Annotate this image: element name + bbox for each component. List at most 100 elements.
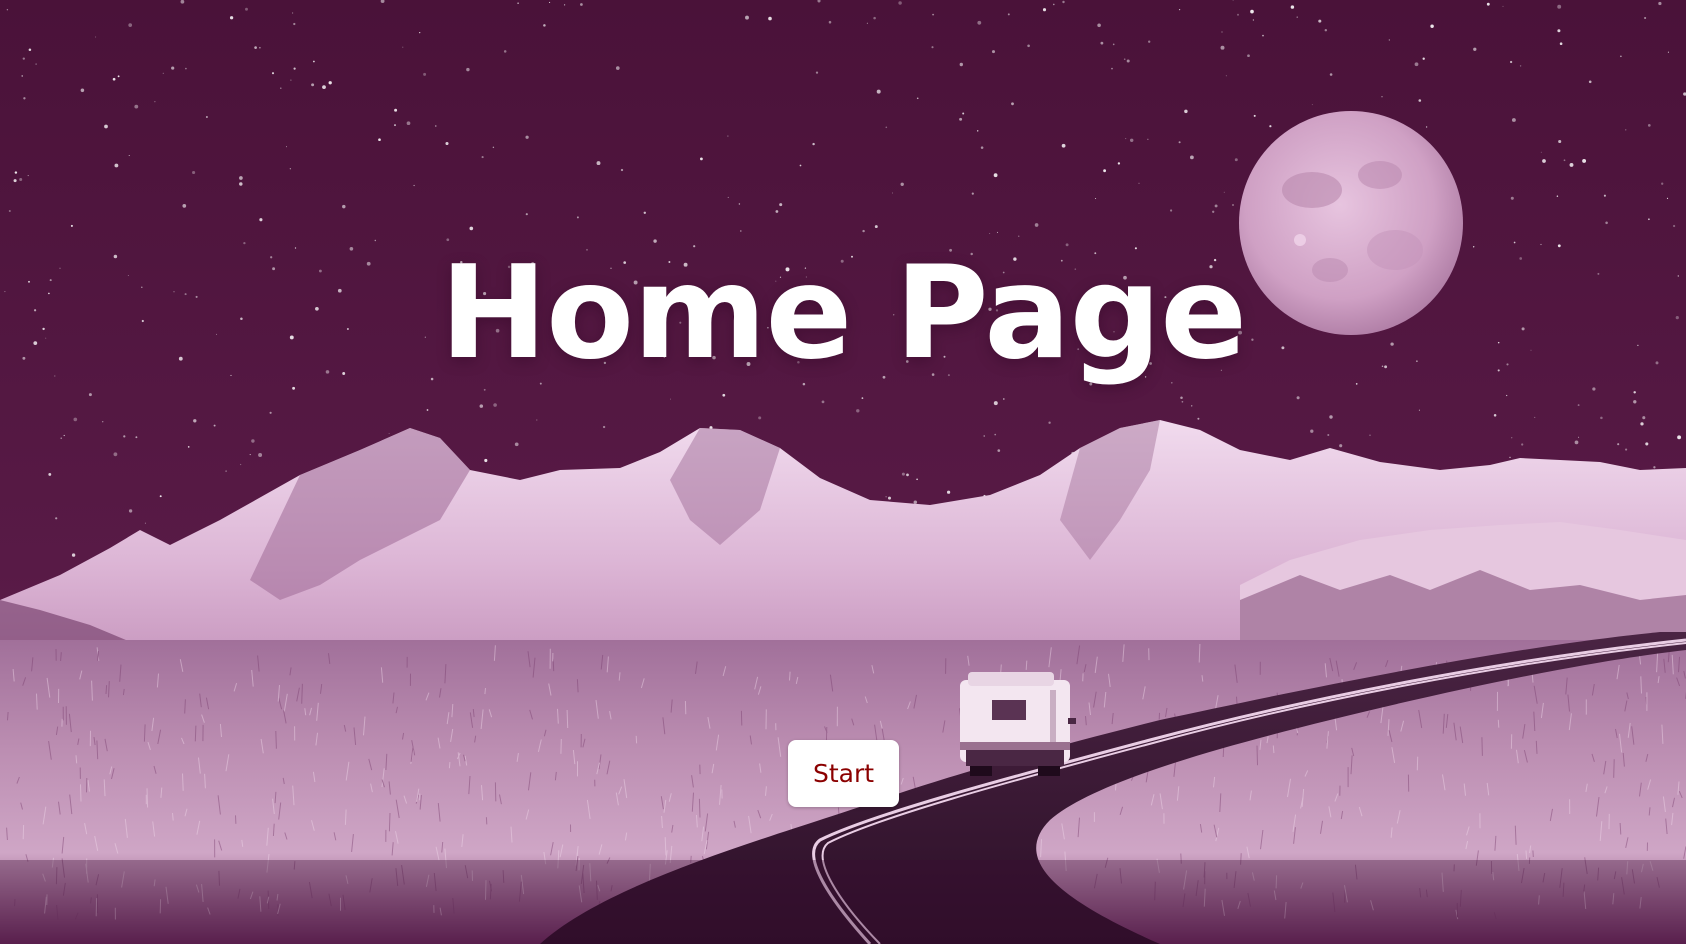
star — [1418, 99, 1422, 102]
star — [1559, 42, 1563, 45]
star — [114, 163, 119, 168]
star — [1569, 162, 1574, 167]
star — [311, 83, 315, 87]
star — [254, 46, 257, 49]
star — [239, 182, 243, 186]
star — [503, 50, 507, 53]
grass-blade — [275, 730, 277, 749]
star — [1486, 2, 1490, 6]
star — [249, 454, 251, 456]
grass-blade — [1256, 745, 1258, 766]
star — [1125, 138, 1127, 140]
star — [1126, 59, 1130, 63]
star — [1011, 102, 1014, 106]
star — [997, 449, 1001, 452]
star — [1661, 182, 1664, 185]
star — [1232, 204, 1234, 206]
star — [293, 22, 296, 26]
star — [1225, 75, 1227, 77]
star — [1577, 404, 1580, 407]
star — [876, 89, 881, 94]
star — [419, 31, 421, 34]
star — [239, 176, 243, 180]
grass-blade — [789, 671, 791, 681]
star — [70, 224, 73, 227]
star — [1250, 9, 1254, 14]
star — [1542, 159, 1546, 163]
star — [128, 23, 133, 27]
star — [1296, 16, 1298, 18]
star — [1339, 444, 1343, 448]
star — [874, 225, 878, 229]
star — [328, 81, 332, 85]
star — [959, 62, 963, 67]
star — [1290, 5, 1295, 9]
star — [1061, 143, 1066, 148]
star — [1605, 221, 1608, 225]
grass-blade — [1525, 850, 1528, 859]
star — [294, 247, 297, 249]
star — [180, 0, 185, 4]
star — [602, 425, 606, 429]
star — [799, 164, 802, 167]
star — [13, 179, 17, 183]
grass-blade — [448, 762, 451, 769]
star — [251, 439, 255, 443]
star — [28, 48, 32, 51]
grass-blade — [1535, 740, 1538, 754]
star — [1053, 3, 1055, 6]
star — [162, 72, 164, 74]
star — [313, 60, 315, 63]
star — [243, 241, 246, 245]
grass-blade — [301, 683, 303, 704]
star — [73, 417, 78, 422]
star — [159, 495, 162, 498]
star — [1190, 405, 1193, 407]
star — [971, 192, 974, 195]
star — [342, 204, 346, 209]
star — [239, 463, 242, 466]
star — [885, 496, 887, 498]
star — [643, 211, 646, 214]
star — [1220, 45, 1225, 50]
grass-blade — [80, 784, 82, 802]
star — [980, 146, 984, 149]
star — [1563, 159, 1566, 162]
star — [1237, 13, 1239, 16]
grass-blade — [182, 773, 184, 791]
star — [1645, 442, 1649, 446]
star — [1324, 28, 1328, 32]
home-screen: Home Page Start — [0, 0, 1686, 944]
star — [1557, 244, 1561, 248]
star — [259, 218, 263, 222]
star — [48, 472, 52, 476]
star — [580, 3, 583, 6]
star — [821, 400, 825, 404]
grass-blade — [36, 693, 38, 710]
star — [193, 419, 197, 423]
star — [993, 173, 998, 178]
star — [289, 168, 291, 170]
star — [1677, 435, 1682, 440]
star — [994, 433, 997, 436]
grass-blade — [1613, 759, 1615, 778]
star — [1112, 43, 1115, 46]
star — [1253, 114, 1256, 117]
grass-blade — [1619, 822, 1622, 835]
star — [1111, 67, 1113, 70]
grass-blade — [552, 659, 555, 672]
star — [993, 401, 998, 406]
star — [1034, 223, 1039, 227]
grass-blade — [1272, 745, 1275, 754]
camper-van-icon — [960, 672, 1076, 776]
star — [117, 75, 120, 78]
star — [1425, 126, 1428, 128]
star — [1574, 440, 1579, 445]
star — [1262, 34, 1264, 37]
star — [1117, 162, 1121, 165]
start-button[interactable]: Start — [788, 740, 899, 807]
star — [815, 71, 819, 74]
star — [1223, 191, 1225, 193]
star — [862, 229, 865, 233]
star — [213, 424, 216, 427]
